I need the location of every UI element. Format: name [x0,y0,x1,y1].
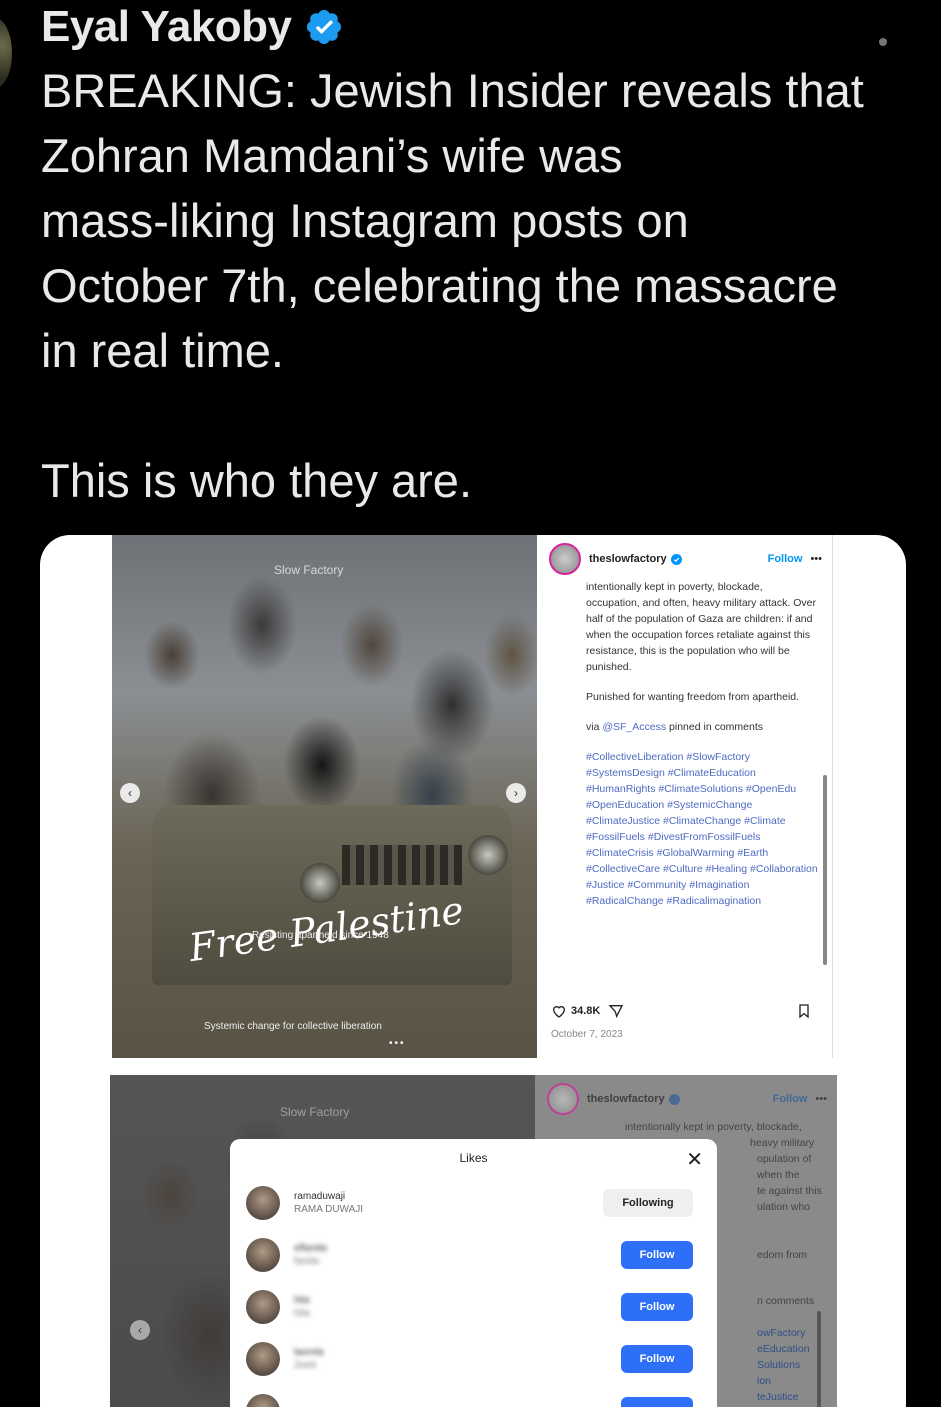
like-list-item[interactable]: laomla Zeeti Follow [246,1339,693,1379]
likes-dialog-title: Likes [459,1151,488,1165]
ig-account-name: theslowfactory [587,1093,665,1105]
bookmark-icon[interactable] [796,1003,812,1019]
ig-scrollbar [817,1311,821,1407]
ig-follow-button: Follow [772,1093,808,1105]
faded-caption: n comments [757,1295,815,1307]
tweet-line: in real time. [41,324,284,377]
author-avatar[interactable] [0,18,12,88]
overlay-small-text: Resisting apartheid since 1948 [252,930,389,941]
user-avatar[interactable] [246,1238,280,1272]
user-fullname: Zeeti [294,1360,317,1371]
tweet-line: This is who they are. [41,454,473,507]
ig-scrollbar[interactable] [823,775,827,965]
user-names: hila hila [294,1294,310,1320]
post-date: October 7, 2023 [551,1029,623,1040]
username[interactable]: elfarida [294,1242,327,1255]
watermark-text: Slow Factory [274,563,344,577]
faded-hashtag: eEducation [757,1343,810,1355]
user-names: elfarida farida [294,1242,327,1268]
faded-caption: ulation who [757,1201,811,1213]
faded-caption: heavy military [750,1137,815,1149]
tweet-line: Zohran Mamdani’s wife was [41,129,623,182]
user-avatar[interactable] [246,1394,280,1407]
ig-via-line: via @SF_Access pinned in comments [586,719,818,735]
prev-arrow-icon[interactable]: ‹ [120,783,140,803]
user-fullname: hila [294,1308,310,1319]
faded-hashtag: teJustice [757,1391,799,1403]
user-fullname: farida [294,1256,320,1267]
faded-hashtag: owFactory [757,1327,806,1339]
user-avatar[interactable] [246,1342,280,1376]
ig-caption-paragraph: intentionally kept in poverty, blockade,… [586,581,816,673]
ig-more-icon[interactable]: ••• [810,553,822,565]
watermark-text: Slow Factory [280,1105,350,1119]
prev-arrow-icon[interactable]: ‹ [130,1320,150,1340]
likes-dialog: Likes ✕ ramaduwaji RAMA DUWAJI Following… [230,1139,717,1407]
vehicle-grille [342,845,462,885]
ig-actions-row: 34.8K [551,1003,812,1019]
tweet-text: BREAKING: Jewish Insider reveals that Zo… [41,58,921,513]
ig-account-name[interactable]: theslowfactory [589,553,667,565]
photo-caption: Systemic change for collective liberatio… [204,1021,382,1032]
via-suffix: pinned in comments [669,721,764,733]
faded-caption: intentionally kept in poverty, blockade, [625,1121,802,1133]
more-options-icon[interactable] [879,38,887,46]
user-fullname: RAMA DUWAJI [294,1204,364,1215]
ig-caption: intentionally kept in poverty, blockade,… [586,579,818,923]
faded-caption: te against this [757,1185,822,1197]
follow-button[interactable]: Follow [621,1293,693,1321]
ig-account-avatar [547,1083,579,1115]
ig-follow-button[interactable]: Follow [768,553,803,565]
carousel-dots: ••• [389,1038,406,1049]
follow-button[interactable]: Follow [621,1345,693,1373]
headlight [300,863,340,903]
user-names: ramaduwaji RAMA DUWAJI [294,1190,363,1216]
like-list-item[interactable]: elfarida farida Follow [246,1235,693,1275]
following-button[interactable]: Following [603,1189,693,1217]
faded-caption: opulation of [757,1153,812,1165]
likes-count[interactable]: 34.8K [571,1005,600,1017]
heart-icon[interactable] [551,1003,567,1019]
instagram-post-sidebar: theslowfactory Follow ••• intentionally … [537,535,833,1058]
tweet-line: October 7th, celebrating the massacre [41,259,838,312]
faded-caption: when the [757,1169,800,1181]
like-list-item[interactable]: ramaduwaji RAMA DUWAJI Following [246,1183,693,1223]
username[interactable]: hila [294,1294,310,1307]
share-icon[interactable] [608,1003,624,1019]
via-prefix: via [586,721,600,733]
ig-verified-icon [668,1093,680,1105]
like-list-item[interactable]: hila hila Follow [246,1287,693,1327]
faded-caption: edom from [757,1249,808,1261]
ig-account-avatar[interactable] [549,543,581,575]
username[interactable]: laomla [294,1346,323,1359]
follow-button[interactable]: Follow [621,1241,693,1269]
headlight [468,835,508,875]
like-list-item[interactable] [246,1391,693,1407]
author-header: Eyal Yakoby [41,2,344,52]
ig-post-header: theslowfactory Follow ••• [547,1081,827,1117]
ig-caption-paragraph: Punished for wanting freedom from aparth… [586,691,800,703]
tweet-line: BREAKING: Jewish Insider reveals that [41,64,864,117]
ig-hashtags[interactable]: #CollectiveLiberation #SlowFactory #Syst… [586,749,818,909]
via-handle-link[interactable]: @SF_Access [602,721,666,733]
instagram-post-photo: Slow Factory Free Palestine Resisting ap… [112,535,537,1058]
ig-verified-icon [670,553,682,565]
tweet-line: mass-liking Instagram posts on [41,194,689,247]
next-arrow-icon[interactable]: › [506,783,526,803]
close-icon[interactable]: ✕ [686,1147,703,1172]
faded-hashtag: ion [757,1375,772,1387]
tweet-media-image[interactable]: Slow Factory Free Palestine Resisting ap… [40,535,906,1407]
verified-badge-icon [306,9,341,45]
user-avatar[interactable] [246,1186,280,1220]
follow-button[interactable] [621,1397,693,1407]
ig-more-icon: ••• [815,1093,827,1105]
user-names: laomla Zeeti [294,1346,323,1372]
faded-hashtag: Solutions [757,1359,801,1371]
ig-post-header: theslowfactory Follow ••• [549,541,822,577]
username[interactable]: ramaduwaji [294,1190,363,1203]
user-avatar[interactable] [246,1290,280,1324]
author-name[interactable]: Eyal Yakoby [41,2,292,52]
